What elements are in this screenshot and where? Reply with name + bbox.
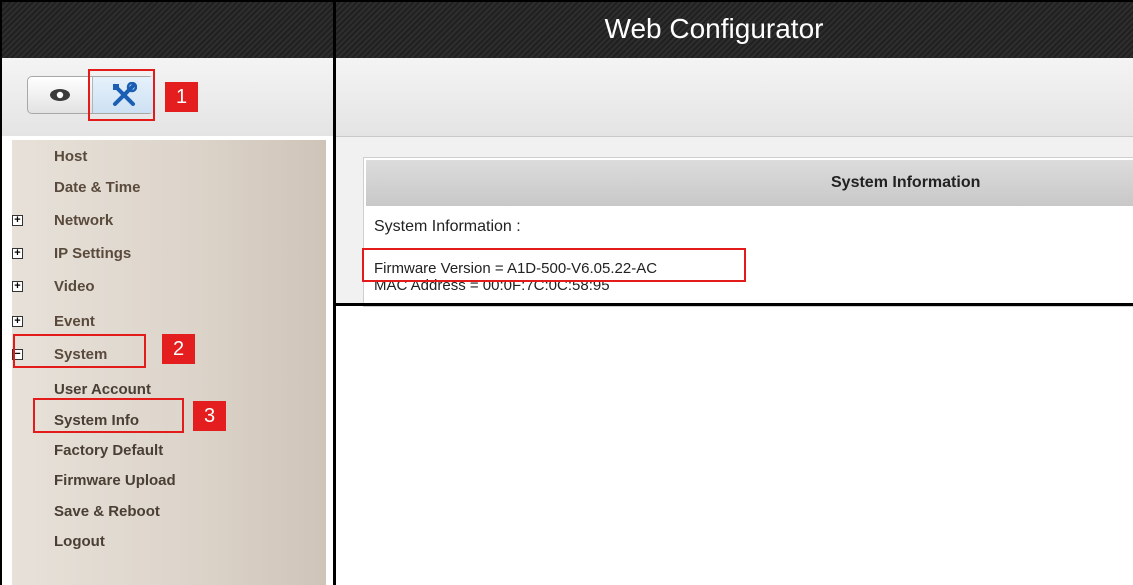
highlight-system-info-item	[33, 398, 184, 433]
sidebar-item-logout[interactable]: Logout	[54, 531, 105, 553]
step-badge-3: 3	[193, 401, 226, 431]
frame-border-top	[0, 0, 1133, 2]
sidebar-item-ip-settings[interactable]: + IP Settings	[12, 243, 212, 265]
sidebar-item-event[interactable]: + Event	[12, 311, 212, 333]
expand-icon[interactable]: +	[12, 248, 23, 259]
sidebar-item-network[interactable]: + Network	[12, 210, 212, 232]
content-toolbar	[335, 58, 1133, 137]
panel-title: System Information	[831, 174, 981, 191]
app-header: Web Configurator	[335, 0, 1133, 58]
sidebar-item-firmware-upload[interactable]: Firmware Upload	[54, 470, 176, 492]
step-badge-1: 1	[165, 82, 198, 112]
step-badge-2: 2	[162, 334, 195, 364]
sidebar-item-host[interactable]: Host	[54, 146, 87, 168]
frame-border-left	[0, 0, 2, 585]
sidebar-item-factory-default[interactable]: Factory Default	[54, 440, 163, 462]
system-info-panel: System Information System Information : …	[363, 157, 1133, 307]
sidebar-item-label: Video	[54, 278, 95, 295]
highlight-system-menu	[13, 334, 146, 368]
frame-divider-horizontal	[333, 303, 1133, 306]
frame-divider-vertical	[333, 0, 336, 585]
sidebar-item-date-time[interactable]: Date & Time	[54, 177, 140, 199]
app-title: Web Configurator	[604, 13, 824, 44]
highlight-config-button	[88, 69, 155, 121]
eye-icon	[50, 89, 70, 101]
expand-icon[interactable]: +	[12, 316, 23, 327]
system-info-label: System Information :	[374, 218, 521, 235]
left-header-bar	[0, 0, 333, 58]
highlight-firmware-version	[362, 248, 746, 282]
expand-icon[interactable]: +	[12, 215, 23, 226]
sidebar-item-label: Network	[54, 212, 114, 229]
expand-icon[interactable]: +	[12, 281, 23, 292]
sidebar-item-video[interactable]: + Video	[12, 276, 212, 298]
panel-header: System Information	[366, 160, 1133, 206]
sidebar-item-label: Event	[54, 313, 95, 330]
sidebar-item-label: IP Settings	[54, 245, 132, 262]
sidebar-item-save-reboot[interactable]: Save & Reboot	[54, 501, 160, 523]
view-mode-button[interactable]	[28, 77, 92, 113]
